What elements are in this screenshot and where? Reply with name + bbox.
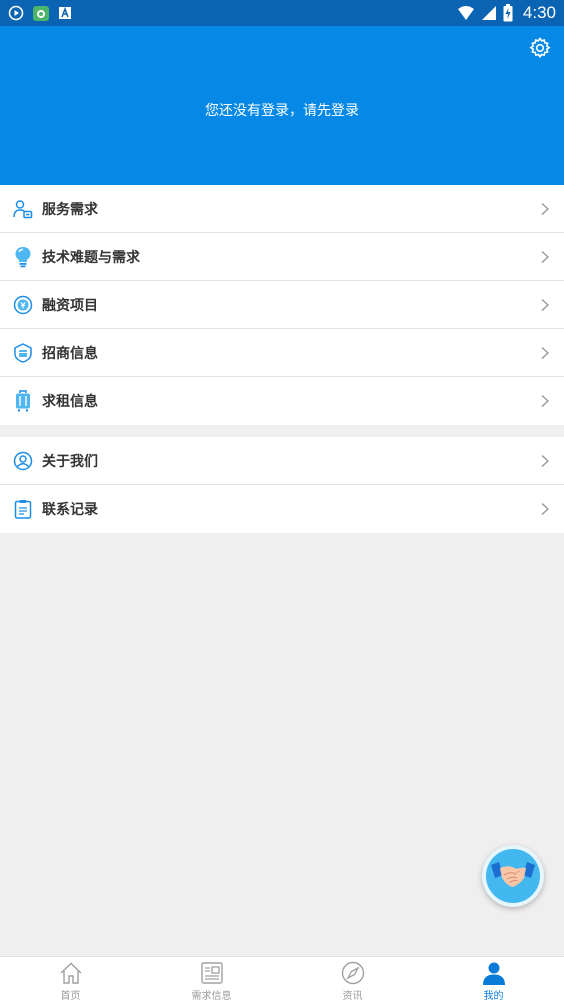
shield-shop-icon bbox=[12, 342, 34, 364]
luggage-icon bbox=[12, 390, 34, 412]
handshake-icon bbox=[486, 849, 540, 903]
compass-icon bbox=[341, 961, 364, 985]
menu-item-contact-records[interactable]: 联系记录 bbox=[0, 485, 564, 533]
play-circle-icon bbox=[8, 5, 24, 21]
nav-item-demand-info[interactable]: 需求信息 bbox=[141, 957, 282, 1005]
menu-item-label: 关于我们 bbox=[42, 454, 98, 470]
menu-item-investment[interactable]: 招商信息 bbox=[0, 329, 564, 377]
menu-item-label: 服务需求 bbox=[42, 202, 98, 218]
status-bar: 4:30 bbox=[0, 0, 564, 26]
wifi-icon bbox=[457, 6, 474, 20]
chevron-right-icon bbox=[541, 502, 550, 516]
menu-item-financing[interactable]: 融资项目 bbox=[0, 281, 564, 329]
clipboard-icon bbox=[12, 498, 34, 520]
newspaper-icon bbox=[200, 962, 223, 984]
chevron-right-icon bbox=[541, 346, 550, 360]
service-user-icon bbox=[12, 198, 34, 220]
menu-item-label: 招商信息 bbox=[42, 346, 98, 362]
status-right-icons: 4:30 bbox=[457, 3, 564, 23]
settings-button[interactable] bbox=[528, 36, 552, 60]
person-icon bbox=[482, 962, 505, 985]
nav-label: 资讯 bbox=[342, 991, 363, 1002]
menu-group-main: 服务需求 技术难题与需求 融资项目 招商信息 求租信息 bbox=[0, 185, 564, 425]
chevron-right-icon bbox=[541, 202, 550, 216]
menu-item-about-us[interactable]: 关于我们 bbox=[0, 437, 564, 485]
coin-icon bbox=[12, 294, 34, 316]
menu-item-label: 融资项目 bbox=[42, 298, 98, 314]
chevron-right-icon bbox=[541, 250, 550, 264]
nav-item-home[interactable]: 首页 bbox=[0, 957, 141, 1005]
bottom-navigation: 首页 需求信息 资讯 我的 bbox=[0, 956, 564, 1005]
battery-charging-icon bbox=[503, 4, 513, 22]
menu-item-rental[interactable]: 求租信息 bbox=[0, 377, 564, 425]
chevron-right-icon bbox=[541, 454, 550, 468]
text-a-icon bbox=[59, 6, 71, 19]
menu-item-label: 求租信息 bbox=[42, 394, 98, 410]
login-prompt[interactable]: 您还没有登录，请先登录 bbox=[0, 100, 564, 120]
profile-header: 您还没有登录，请先登录 bbox=[0, 26, 564, 185]
chevron-right-icon bbox=[541, 394, 550, 408]
user-circle-icon bbox=[12, 450, 34, 472]
nav-item-mine[interactable]: 我的 bbox=[423, 957, 564, 1005]
nav-item-news[interactable]: 资讯 bbox=[282, 957, 423, 1005]
menu-item-service-demand[interactable]: 服务需求 bbox=[0, 185, 564, 233]
chevron-right-icon bbox=[541, 298, 550, 312]
menu-group-secondary: 关于我们 联系记录 bbox=[0, 437, 564, 533]
cell-signal-icon bbox=[481, 6, 496, 20]
home-icon bbox=[60, 962, 81, 984]
menu-item-label: 联系记录 bbox=[42, 502, 98, 518]
menu-item-label: 技术难题与需求 bbox=[42, 250, 140, 266]
lightbulb-icon bbox=[12, 246, 34, 268]
camera-app-icon bbox=[33, 6, 49, 21]
floating-handshake-button[interactable] bbox=[482, 845, 544, 907]
nav-label: 首页 bbox=[60, 991, 81, 1002]
gear-icon bbox=[529, 37, 551, 59]
nav-label: 我的 bbox=[483, 991, 504, 1002]
nav-label: 需求信息 bbox=[191, 991, 232, 1002]
status-time: 4:30 bbox=[522, 3, 556, 22]
status-left-icons bbox=[0, 4, 72, 22]
menu-item-tech-problems[interactable]: 技术难题与需求 bbox=[0, 233, 564, 281]
